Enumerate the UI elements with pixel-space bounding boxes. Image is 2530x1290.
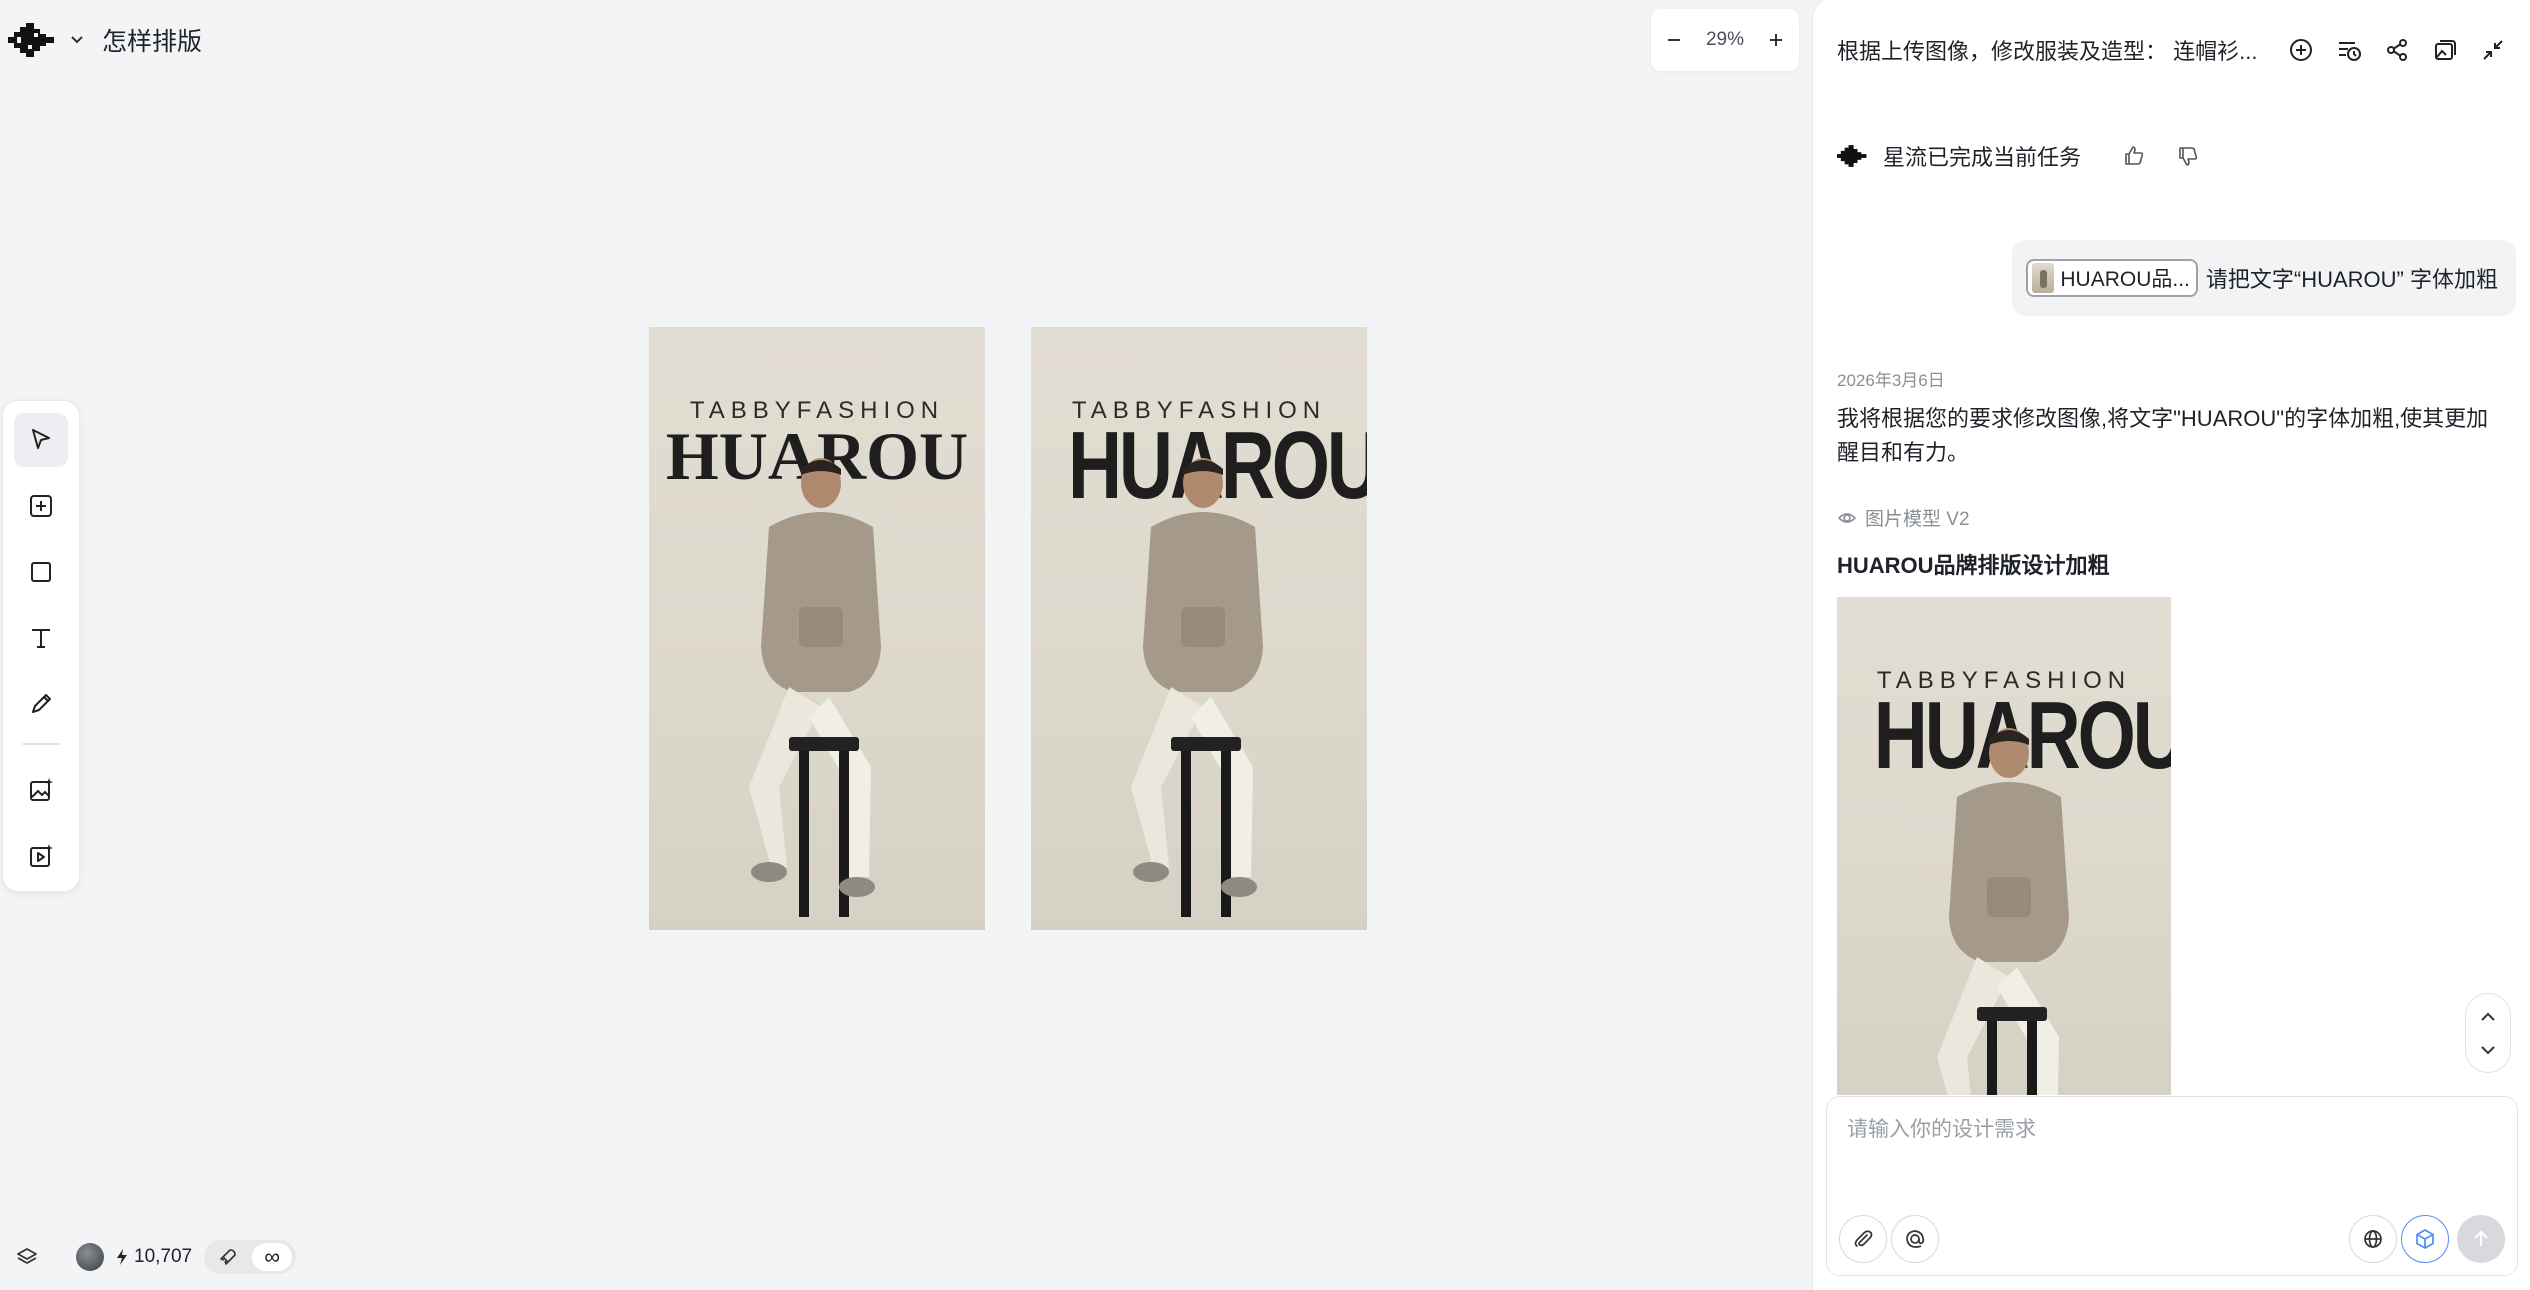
add-frame-button[interactable]: [14, 479, 68, 533]
tool-palette: [2, 400, 80, 892]
select-tool-button[interactable]: [14, 413, 68, 467]
credits-display[interactable]: 10,707: [116, 1246, 192, 1268]
status-text: 星流已完成当前任务: [1883, 145, 2082, 170]
app-logo-icon[interactable]: [8, 22, 58, 58]
zoom-level[interactable]: 29%: [1706, 29, 1744, 51]
attach-icon[interactable]: [1839, 1215, 1887, 1263]
video-generate-button[interactable]: [14, 829, 68, 883]
send-button[interactable]: [2457, 1215, 2505, 1263]
share-icon[interactable]: [2380, 33, 2414, 67]
result-title: HUAROU品牌排版设计加粗: [1837, 553, 2110, 578]
scroll-down-icon[interactable]: [2473, 1035, 2503, 1065]
rocket-icon[interactable]: [208, 1243, 248, 1271]
toolbar-divider: [22, 743, 60, 745]
project-title[interactable]: 怎样排版: [102, 22, 202, 58]
arrow-up-icon: [2474, 1230, 2488, 1246]
thumbs-up-icon[interactable]: [2119, 141, 2149, 171]
user-message-text: 请把文字“HUAROU” 字体加粗: [2205, 267, 2498, 292]
canvas[interactable]: 怎样排版 29% TABBYFASHION HUAROU TABBYFASHIO…: [0, 0, 1810, 1290]
task-status: 星流已完成当前任务: [1837, 140, 2203, 172]
app-logo-icon: [1837, 145, 1867, 167]
layers-icon[interactable]: [14, 1244, 40, 1270]
model-eye-icon: [1837, 512, 1857, 523]
web-search-icon[interactable]: [2349, 1215, 2397, 1263]
new-chat-icon[interactable]: [2284, 33, 2318, 67]
scroll-up-icon[interactable]: [2473, 1002, 2503, 1032]
canvas-footer: 10,707 ∞: [14, 1240, 297, 1274]
pen-icon: [32, 694, 51, 713]
mode-toggle[interactable]: ∞: [204, 1240, 297, 1274]
avatar[interactable]: [76, 1243, 104, 1271]
rectangle-tool-button[interactable]: [14, 545, 68, 599]
user-message-bubble: HUAROU品... 请把文字“HUAROU” 字体加粗: [2012, 240, 2516, 316]
model-figure-image: [1131, 458, 1263, 917]
zoom-in-button[interactable]: [1761, 25, 1791, 55]
result-image[interactable]: TABBYFASHION HUAROU: [1837, 597, 2171, 1095]
poster-bold[interactable]: TABBYFASHION HUAROU: [1031, 327, 1367, 930]
pen-tool-button[interactable]: [14, 677, 68, 731]
mention-icon[interactable]: [1891, 1215, 1939, 1263]
message-date: 2026年3月6日: [1837, 371, 1945, 390]
chat-title[interactable]: 根据上传图像，修改服装及造型： 连帽衫...: [1837, 34, 2284, 66]
chip-label: HUAROU品...: [2060, 268, 2190, 291]
credits-count: 10,707: [134, 1246, 193, 1267]
gallery-icon[interactable]: [2428, 33, 2462, 67]
chat-input-box: [1826, 1096, 2518, 1276]
plus-square-icon: [30, 495, 52, 517]
history-icon[interactable]: [2332, 33, 2366, 67]
model-info: 图片模型 V2: [1837, 504, 1970, 531]
image-reference-chip[interactable]: HUAROU品...: [2026, 259, 2198, 297]
thumbs-down-icon[interactable]: [2173, 141, 2203, 171]
video-sparkle-icon: [30, 844, 53, 867]
infinity-icon: ∞: [264, 1244, 280, 1269]
model-figure-image: [749, 458, 881, 917]
image-sparkle-icon: [30, 778, 53, 801]
model-figure-image: [1937, 728, 2069, 1095]
design-request-input[interactable]: [1847, 1113, 2497, 1193]
lightning-icon: [117, 1249, 127, 1265]
chip-thumbnail: [2032, 263, 2055, 293]
zoom-out-button[interactable]: [1659, 25, 1689, 55]
3d-model-icon[interactable]: [2401, 1215, 2449, 1263]
cursor-icon: [32, 429, 50, 449]
image-generate-button[interactable]: [14, 763, 68, 817]
collapse-icon[interactable]: [2476, 33, 2510, 67]
chevron-down-icon[interactable]: [68, 31, 86, 49]
poster-original[interactable]: TABBYFASHION HUAROU: [649, 327, 985, 930]
text-icon: [32, 629, 50, 648]
text-tool-button[interactable]: [14, 611, 68, 665]
chat-header: 根据上传图像，修改服装及造型： 连帽衫...: [1837, 28, 2510, 72]
ai-reply-text: 我将根据您的要求修改图像,将文字"HUAROU"的字体加粗,使其更加醒目和有力。: [1837, 406, 2489, 465]
square-icon: [31, 562, 51, 582]
zoom-control: 29%: [1651, 9, 1799, 71]
model-name: 图片模型 V2: [1865, 509, 1970, 530]
scroll-control: [2465, 993, 2511, 1073]
infinite-mode-button[interactable]: ∞: [252, 1243, 293, 1271]
project-header: 怎样排版: [8, 18, 202, 62]
